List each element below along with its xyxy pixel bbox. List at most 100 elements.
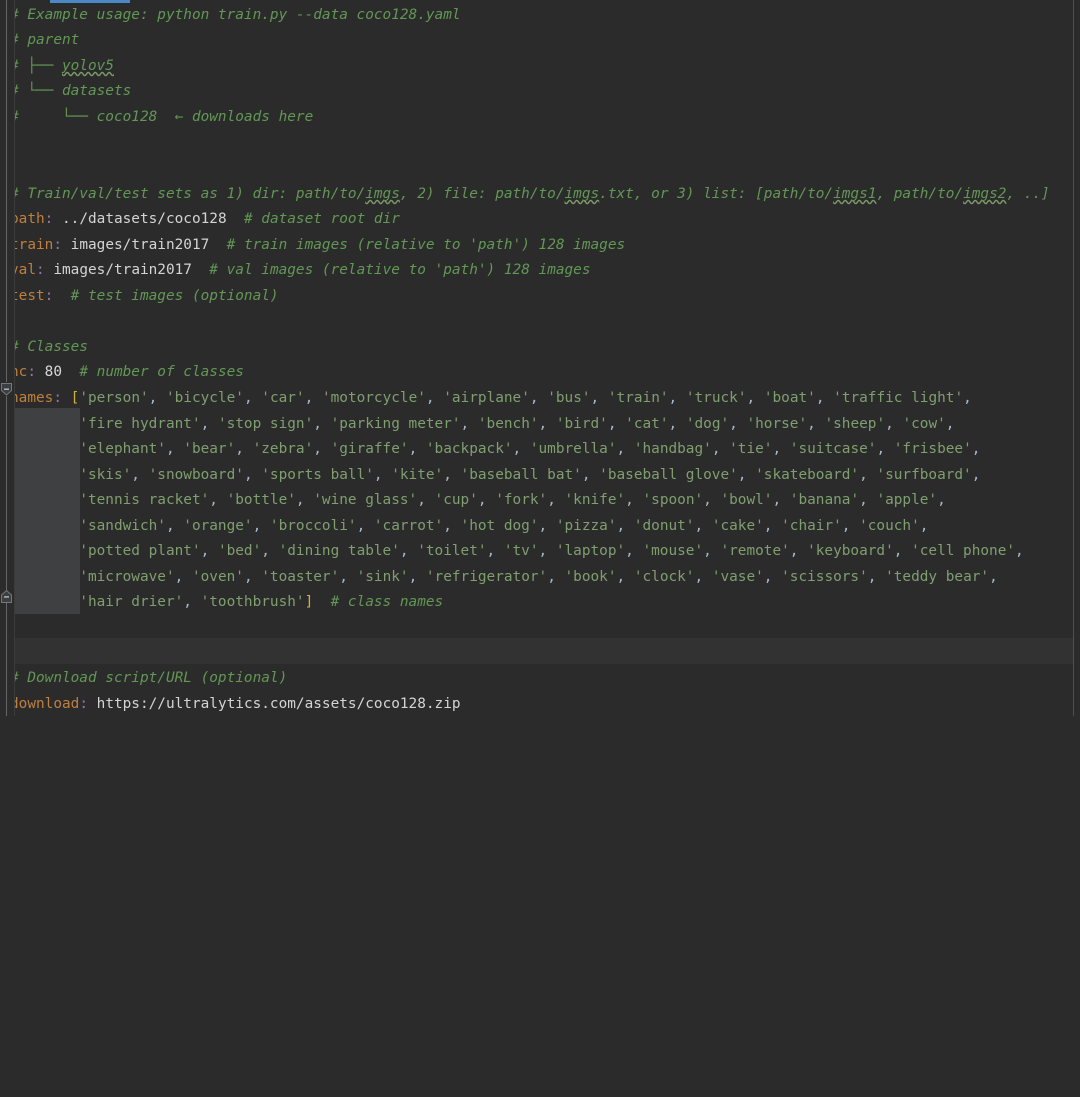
yaml-key-path: path — [10, 211, 45, 227]
fold-marker-names-open[interactable] — [0, 383, 13, 396]
class-name-item: 'cell phone' — [911, 543, 1016, 559]
class-name-item: 'keyboard' — [807, 543, 894, 559]
code-line-14[interactable]: # Classes — [10, 335, 88, 361]
colon-download: : — [79, 696, 88, 712]
comment-class-names: # class names — [330, 594, 444, 610]
class-name-item: 'bench' — [477, 415, 539, 432]
class-name-item: 'mouse' — [642, 543, 704, 559]
class-name-item: 'dog' — [685, 415, 730, 432]
class-name-item: 'sink' — [356, 568, 409, 585]
code-line-18[interactable]: 'elephant', 'bear', 'zebra', 'giraffe', … — [10, 437, 980, 463]
code-line-2[interactable]: # parent — [10, 28, 79, 54]
code-line-3[interactable]: # ├── yolov5 — [10, 54, 114, 80]
class-name-item: 'car' — [261, 390, 305, 406]
code-line-8[interactable]: # Train/val/test sets as 1) dir: path/to… — [10, 182, 1050, 208]
code-text-area[interactable]: # Example usage: python train.py --data … — [10, 0, 1050, 1097]
gutter-rule-top — [6, 0, 7, 382]
code-line-4[interactable]: # └── datasets — [10, 79, 131, 105]
class-name-item: 'train' — [607, 390, 669, 406]
class-name-item: 'teddy bear' — [885, 568, 990, 585]
code-line-12[interactable]: test: # test images (optional) — [10, 284, 279, 310]
code-line-27[interactable]: # Download script/URL (optional) — [10, 666, 287, 692]
code-line-28[interactable]: download: https://ultralytics.com/assets… — [10, 692, 461, 718]
comment-tree-yolov5: # ├── yolov5 — [10, 58, 114, 74]
horizontal-scrollbar-thumb[interactable] — [50, 0, 130, 3]
colon-nc: : — [27, 364, 36, 380]
yaml-value-path: ../datasets/coco128 — [62, 211, 227, 227]
yaml-value-download: https://ultralytics.com/assets/coco128.z… — [96, 696, 461, 712]
comment-classes: # Classes — [10, 339, 88, 355]
code-line-19[interactable]: 'skis', 'snowboard', 'sports ball', 'kit… — [10, 463, 980, 489]
class-name-item: 'cake' — [711, 517, 764, 534]
class-name-item: 'boat' — [763, 390, 816, 406]
code-line-16[interactable]: names: ['person', 'bicycle', 'car', 'mot… — [10, 386, 972, 412]
class-name-item: 'couch' — [859, 517, 920, 534]
class-name-item: 'cup' — [434, 492, 478, 508]
code-line-21[interactable]: 'sandwich', 'orange', 'broccoli', 'carro… — [10, 514, 928, 540]
fold-marker-names-close[interactable] — [0, 590, 13, 603]
class-name-item: 'tennis racket' — [79, 492, 210, 508]
class-name-item: 'giraffe' — [330, 441, 409, 457]
class-name-item: 'bottle' — [226, 492, 296, 508]
class-name-item: 'bed' — [217, 543, 262, 559]
class-name-item: 'hot dog' — [460, 517, 539, 534]
code-line-15[interactable]: nc: 80 # number of classes — [10, 360, 244, 386]
class-name-item: 'handbag' — [633, 441, 712, 457]
comment-sets: # Train/val/test sets as 1) dir: path/to… — [10, 186, 1050, 202]
code-line-5[interactable]: # └── coco128 ← downloads here — [10, 105, 313, 131]
class-name-item: 'bowl' — [720, 492, 773, 508]
comment-usage: # Example usage: python train.py --data … — [10, 7, 461, 23]
fold-gutter[interactable] — [0, 0, 15, 716]
class-name-item: 'sports ball' — [261, 466, 374, 483]
class-name-item: 'oven' — [191, 568, 244, 585]
class-name-item: 'tie' — [729, 441, 773, 457]
class-name-item: 'pizza' — [555, 517, 617, 534]
class-name-item: 'banana' — [789, 492, 860, 508]
class-name-item: 'sandwich' — [79, 517, 166, 534]
colon-val: : — [36, 262, 45, 278]
class-name-item: 'broccoli' — [269, 517, 357, 534]
class-name-item: 'orange' — [183, 517, 253, 534]
class-name-item: 'hair drier' — [79, 594, 184, 610]
class-name-item: 'carrot' — [373, 517, 444, 534]
yaml-value-val: images/train2017 — [53, 262, 192, 278]
class-name-item: 'chair' — [781, 517, 842, 534]
code-line-20[interactable]: 'tennis racket', 'bottle', 'wine glass',… — [10, 488, 945, 514]
class-name-item: 'knife' — [564, 492, 626, 508]
yaml-value-nc: 80 — [44, 364, 62, 380]
class-name-item: 'wine glass' — [313, 492, 418, 508]
horizontal-scrollbar-track[interactable] — [0, 0, 1080, 3]
class-name-item: 'laptop' — [555, 543, 626, 559]
class-name-item: 'remote' — [720, 543, 790, 559]
class-name-item: 'frisbee' — [893, 441, 972, 457]
comment-val-images: # val images (relative to 'path') 128 im… — [209, 262, 591, 278]
class-name-item: 'apple' — [876, 492, 938, 508]
code-line-9[interactable]: path: ../datasets/coco128 # dataset root… — [10, 207, 400, 233]
class-name-item: 'vase' — [711, 568, 764, 585]
class-name-item: 'kite' — [391, 466, 444, 483]
class-name-item: 'donut' — [633, 517, 695, 534]
code-editor[interactable]: # Example usage: python train.py --data … — [0, 0, 1080, 716]
code-line-24[interactable]: 'hair drier', 'toothbrush'] # class name… — [10, 590, 443, 616]
code-line-22[interactable]: 'potted plant', 'bed', 'dining table', '… — [10, 539, 1023, 565]
class-name-item: 'truck' — [685, 390, 747, 406]
class-name-item: 'snowboard' — [148, 466, 244, 483]
class-name-item: 'book' — [564, 568, 617, 585]
class-name-item: 'elephant' — [79, 441, 166, 457]
class-name-item: 'surfboard' — [876, 466, 972, 483]
code-line-17[interactable]: 'fire hydrant', 'stop sign', 'parking me… — [10, 412, 954, 438]
class-name-item: 'skis' — [79, 466, 132, 483]
code-line-10[interactable]: train: images/train2017 # train images (… — [10, 233, 625, 259]
class-name-item: 'dining table' — [278, 543, 400, 559]
comment-number-of-classes: # number of classes — [79, 364, 244, 380]
class-name-item: 'bicycle' — [165, 390, 244, 406]
code-line-11[interactable]: val: images/train2017 # val images (rela… — [10, 258, 591, 284]
class-name-item: 'clock' — [633, 568, 695, 585]
class-name-item: 'tv' — [503, 543, 539, 559]
class-name-item: 'sheep' — [824, 415, 886, 432]
comment-tree-coco128: # └── coco128 ← downloads here — [10, 109, 314, 125]
class-name-item: 'bear' — [183, 441, 236, 457]
code-line-23[interactable]: 'microwave', 'oven', 'toaster', 'sink', … — [10, 565, 997, 591]
code-line-1[interactable]: # Example usage: python train.py --data … — [10, 3, 461, 29]
class-name-item: 'spoon' — [642, 492, 704, 508]
